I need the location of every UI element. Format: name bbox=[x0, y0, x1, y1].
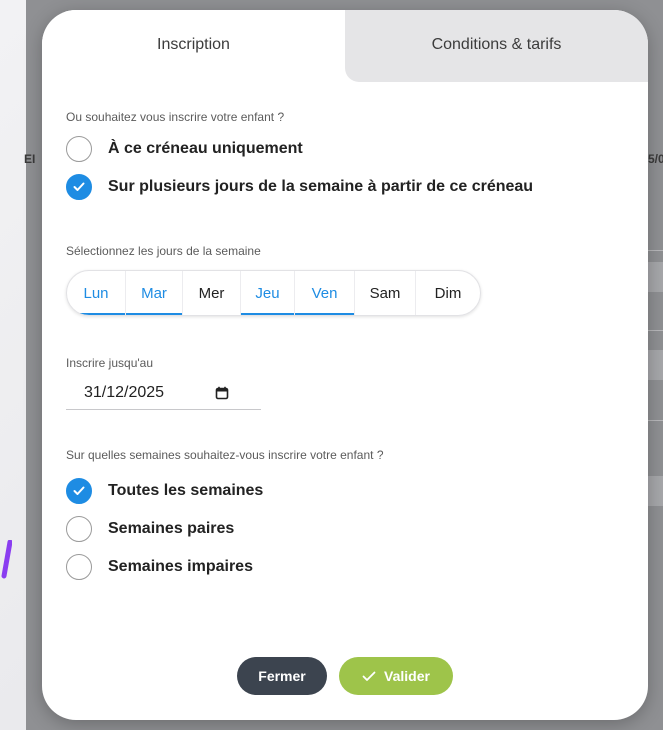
until-date-value: 31/12/2025 bbox=[84, 383, 165, 401]
validate-button-label: Valider bbox=[384, 668, 430, 684]
radio-button[interactable] bbox=[66, 174, 92, 200]
option-label: Sur plusieurs jours de la semaine à part… bbox=[108, 178, 534, 195]
modal-content: Ou souhaitez vous inscrire votre enfant … bbox=[42, 110, 648, 584]
radio-button[interactable] bbox=[66, 478, 92, 504]
weeks-question: Sur quelles semaines souhaitez-vous insc… bbox=[66, 448, 384, 462]
option-label: Semaines paires bbox=[108, 520, 235, 537]
radio-button[interactable] bbox=[66, 554, 92, 580]
radio-button[interactable] bbox=[66, 516, 92, 542]
check-icon bbox=[73, 486, 85, 495]
where-option-single[interactable]: À ce créneau uniquement bbox=[66, 132, 648, 166]
option-label: Toutes les semaines bbox=[108, 482, 264, 499]
day-sam[interactable]: Sam bbox=[355, 271, 416, 315]
weeks-option-odd[interactable]: Semaines impaires bbox=[66, 550, 648, 584]
tab-conditions-tarifs[interactable]: Conditions & tarifs bbox=[345, 10, 648, 82]
weeks-option-all[interactable]: Toutes les semaines bbox=[66, 474, 648, 508]
where-question: Ou souhaitez vous inscrire votre enfant … bbox=[66, 110, 285, 124]
modal-footer: Fermer Valider bbox=[42, 657, 648, 695]
option-label: Semaines impaires bbox=[108, 558, 253, 575]
validate-button[interactable]: Valider bbox=[339, 657, 453, 695]
until-date-input[interactable]: 31/12/2025 bbox=[66, 376, 261, 410]
day-lun[interactable]: Lun bbox=[67, 271, 126, 315]
close-button-label: Fermer bbox=[258, 668, 306, 684]
day-mar[interactable]: Mar bbox=[126, 271, 183, 315]
weeks-option-even[interactable]: Semaines paires bbox=[66, 512, 648, 546]
days-label: Sélectionnez les jours de la semaine bbox=[66, 244, 261, 258]
day-mer[interactable]: Mer bbox=[183, 271, 241, 315]
background-text-left: EI bbox=[24, 152, 36, 166]
decorative-mark-icon bbox=[1, 540, 12, 579]
days-selector: Lun Mar Mer Jeu Ven Sam Dim bbox=[66, 270, 481, 316]
where-option-multiple[interactable]: Sur plusieurs jours de la semaine à part… bbox=[66, 170, 648, 204]
day-dim[interactable]: Dim bbox=[416, 271, 480, 315]
modal-tabs: Inscription Conditions & tarifs bbox=[42, 10, 648, 82]
until-label: Inscrire jusqu'au bbox=[66, 356, 153, 370]
registration-modal: Inscription Conditions & tarifs Ou souha… bbox=[42, 10, 648, 720]
day-ven[interactable]: Ven bbox=[295, 271, 355, 315]
close-button[interactable]: Fermer bbox=[237, 657, 327, 695]
check-icon bbox=[362, 671, 376, 681]
day-jeu[interactable]: Jeu bbox=[241, 271, 295, 315]
tab-inscription[interactable]: Inscription bbox=[42, 10, 345, 82]
check-icon bbox=[73, 182, 85, 191]
option-label: À ce créneau uniquement bbox=[108, 140, 303, 157]
radio-button[interactable] bbox=[66, 136, 92, 162]
background-text-right: 5/0 bbox=[648, 152, 663, 166]
calendar-icon[interactable] bbox=[215, 386, 229, 400]
